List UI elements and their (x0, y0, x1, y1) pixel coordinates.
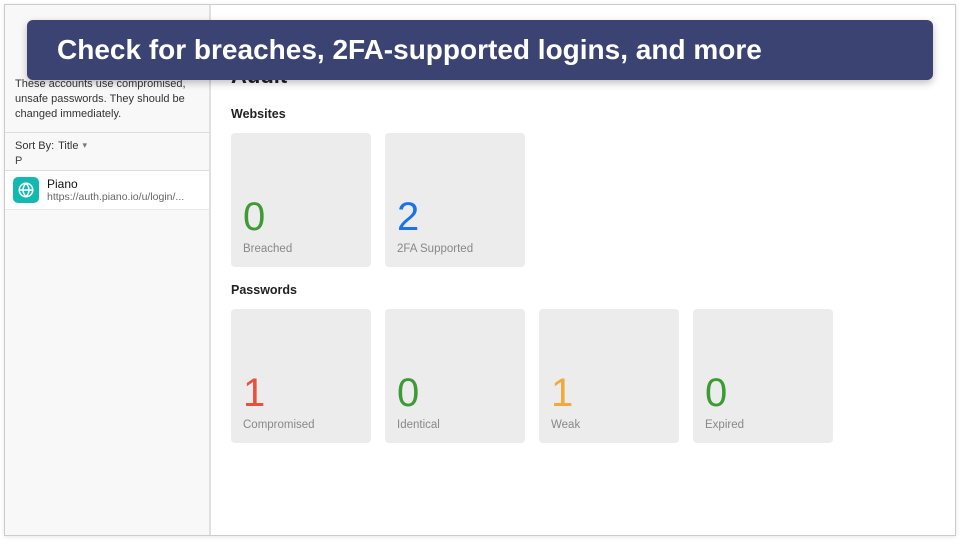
tile-value: 1 (551, 373, 667, 413)
tile-value: 1 (243, 373, 359, 413)
tile-label: Weak (551, 419, 667, 431)
passwords-tiles: 1 Compromised 0 Identical 1 Weak 0 Expir… (231, 309, 935, 443)
list-item[interactable]: Piano https://auth.piano.io/u/login/... (5, 171, 209, 210)
tile-identical[interactable]: 0 Identical (385, 309, 525, 443)
section-label-websites: Websites (231, 107, 935, 121)
tile-label: 2FA Supported (397, 243, 513, 255)
tile-label: Identical (397, 419, 513, 431)
tile-value: 2 (397, 197, 513, 237)
websites-tiles: 0 Breached 2 2FA Supported (231, 133, 935, 267)
tile-value: 0 (397, 373, 513, 413)
group-letter: P (5, 155, 209, 171)
sidebar-description: These accounts use compromised, unsafe p… (5, 77, 209, 133)
list-item-text: Piano https://auth.piano.io/u/login/... (47, 177, 201, 203)
tile-2fa-supported[interactable]: 2 2FA Supported (385, 133, 525, 267)
sort-by-control[interactable]: Sort By: Title ▾ (5, 133, 209, 155)
main-panel: Audit Websites 0 Breached 2 2FA Supporte… (211, 5, 955, 535)
sidebar: These accounts use compromised, unsafe p… (5, 5, 211, 535)
list-item-title: Piano (47, 177, 201, 191)
list-item-subtitle: https://auth.piano.io/u/login/... (47, 191, 201, 203)
app-body: These accounts use compromised, unsafe p… (5, 5, 955, 535)
tile-label: Breached (243, 243, 359, 255)
sort-by-value: Title (58, 140, 78, 152)
tile-label: Compromised (243, 419, 359, 431)
tile-compromised[interactable]: 1 Compromised (231, 309, 371, 443)
chevron-down-icon: ▾ (83, 140, 88, 151)
app-frame: These accounts use compromised, unsafe p… (4, 4, 956, 536)
tile-value: 0 (705, 373, 821, 413)
tile-value: 0 (243, 197, 359, 237)
tile-weak[interactable]: 1 Weak (539, 309, 679, 443)
globe-icon (13, 177, 39, 203)
tile-expired[interactable]: 0 Expired (693, 309, 833, 443)
section-label-passwords: Passwords (231, 283, 935, 297)
overlay-banner: Check for breaches, 2FA-supported logins… (27, 20, 933, 80)
tile-label: Expired (705, 419, 821, 431)
sort-by-prefix: Sort By: (15, 140, 54, 152)
tile-breached[interactable]: 0 Breached (231, 133, 371, 267)
